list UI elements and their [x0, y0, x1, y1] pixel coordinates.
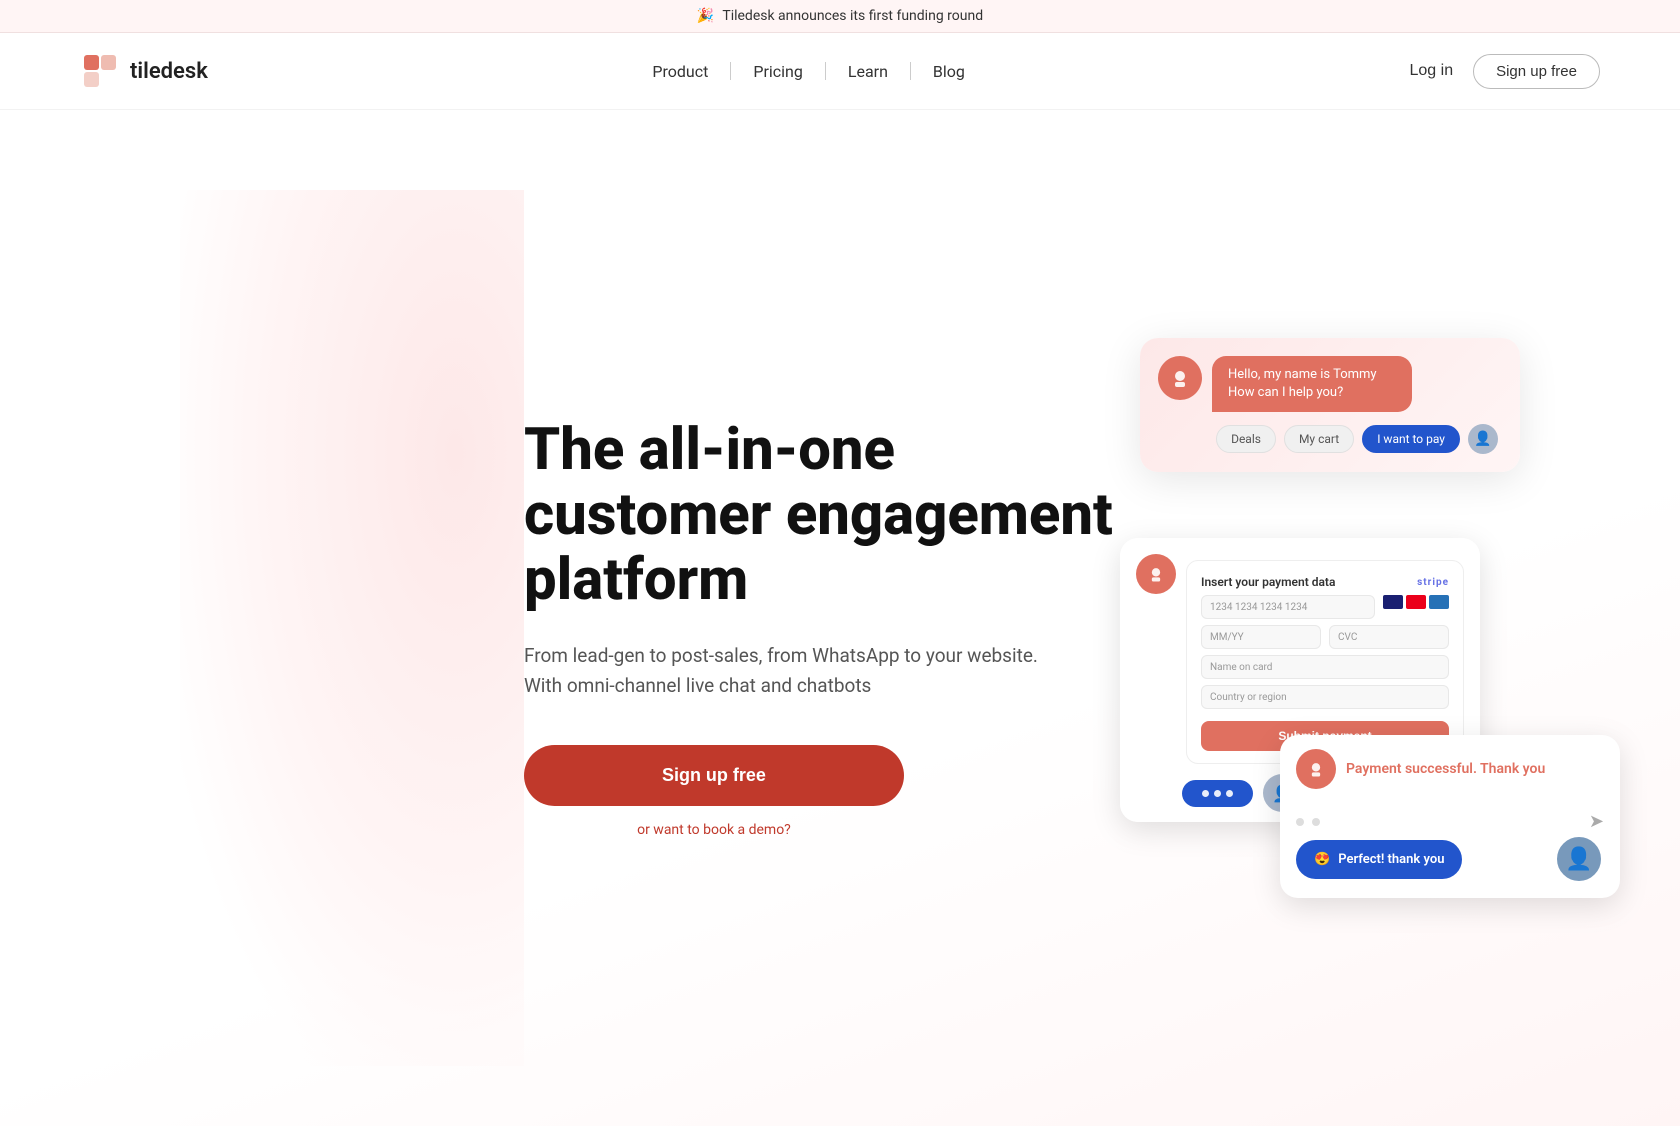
name-text: Name on card [1210, 662, 1272, 673]
card-number-field[interactable]: 1234 1234 1234 1234 [1201, 595, 1375, 619]
logo[interactable]: tiledesk [80, 51, 208, 91]
nav-pricing[interactable]: Pricing [731, 56, 825, 87]
input-dot-2 [1312, 818, 1320, 826]
country-text: Country or region [1210, 692, 1287, 703]
typing-bubble [1182, 780, 1253, 807]
hero-title: The all-in-one customer engagement platf… [524, 418, 1120, 613]
logo-text: tiledesk [130, 59, 208, 84]
bot-greeting-row: Hello, my name is Tommy How can I help y… [1158, 356, 1502, 412]
chip-cart[interactable]: My cart [1284, 425, 1354, 453]
chat-panel-greeting: Hello, my name is Tommy How can I help y… [1140, 338, 1520, 472]
payment-header-row: Insert your payment data stripe 1234 123… [1120, 538, 1480, 764]
amex-icon [1429, 595, 1449, 609]
user-avatar-large: 👤 [1554, 834, 1604, 884]
typing-dot-3 [1226, 790, 1233, 797]
announcement-text: Tiledesk announces its first funding rou… [722, 8, 983, 24]
input-dot-1 [1296, 818, 1304, 826]
chip-deals[interactable]: Deals [1216, 425, 1276, 453]
hero-illustration: Hello, my name is Tommy How can I help y… [1120, 338, 1600, 918]
mastercard-icon [1406, 595, 1426, 609]
input-row: ➤ [1296, 803, 1604, 834]
name-row: Name on card [1201, 655, 1449, 679]
nav-actions: Log in Sign up free [1410, 54, 1600, 89]
success-bot-icon [1306, 759, 1326, 779]
visa-icon [1383, 595, 1403, 609]
expiry-text: MM/YY [1210, 632, 1244, 643]
nav: Product Pricing Learn Blog [630, 56, 986, 87]
thank-you-row: 😍 Perfect! thank you 👤 [1296, 834, 1604, 884]
country-row: Country or region [1201, 685, 1449, 709]
thank-you-bubble: 😍 Perfect! thank you [1296, 840, 1462, 879]
thank-you-text: Perfect! thank you [1338, 852, 1444, 867]
success-row: Payment successful. Thank you [1296, 749, 1604, 789]
send-icon[interactable]: ➤ [1589, 811, 1604, 832]
payment-form-title: Insert your payment data stripe [1201, 575, 1449, 589]
nav-blog[interactable]: Blog [911, 56, 987, 87]
background-blob [180, 190, 524, 1066]
cvc-text: CVC [1338, 632, 1357, 643]
card-number-row: 1234 1234 1234 1234 [1201, 595, 1449, 619]
announcement-bar: 🎉 Tiledesk announces its first funding r… [0, 0, 1680, 33]
header: tiledesk Product Pricing Learn Blog Log … [0, 33, 1680, 110]
expiry-cvc-row: MM/YY CVC [1201, 625, 1449, 649]
signup-cta-button[interactable]: Sign up free [524, 745, 904, 806]
login-button[interactable]: Log in [1410, 62, 1454, 80]
typing-dot-1 [1202, 790, 1209, 797]
logo-icon [80, 51, 120, 91]
card-icons [1383, 595, 1449, 619]
nav-learn[interactable]: Learn [826, 56, 910, 87]
name-field[interactable]: Name on card [1201, 655, 1449, 679]
country-field[interactable]: Country or region [1201, 685, 1449, 709]
bot-icon [1168, 366, 1192, 390]
thank-you-emoji: 😍 [1314, 852, 1330, 867]
bot-avatar [1158, 356, 1202, 400]
success-bot-avatar [1296, 749, 1336, 789]
payment-form-card: Insert your payment data stripe 1234 123… [1186, 560, 1464, 764]
expiry-field[interactable]: MM/YY [1201, 625, 1321, 649]
typing-dot-2 [1214, 790, 1221, 797]
card-number-text: 1234 1234 1234 1234 [1210, 602, 1307, 613]
nav-product[interactable]: Product [630, 56, 730, 87]
bot-greeting-bubble: Hello, my name is Tommy How can I help y… [1212, 356, 1412, 412]
chip-pay[interactable]: I want to pay [1362, 425, 1460, 453]
action-chips-row: Deals My cart I want to pay 👤 [1158, 424, 1502, 454]
cvc-field[interactable]: CVC [1329, 625, 1449, 649]
announcement-icon: 🎉 [697, 8, 714, 24]
payment-bot-icon [1146, 564, 1166, 584]
demo-link[interactable]: or want to book a demo? [524, 822, 904, 838]
spacer [1136, 775, 1172, 811]
stripe-badge: stripe [1417, 577, 1449, 588]
chat-panel-success: Payment successful. Thank you ➤ 😍 Perfec… [1280, 735, 1620, 898]
success-text: Payment successful. Thank you [1346, 761, 1545, 777]
payment-bot-avatar [1136, 554, 1176, 594]
hero-subtitle: From lead-gen to post-sales, from WhatsA… [524, 641, 1064, 702]
user-avatar-small: 👤 [1468, 424, 1498, 454]
hero-left: The all-in-one customer engagement platf… [524, 418, 1120, 839]
signup-button-header[interactable]: Sign up free [1473, 54, 1600, 89]
hero-section: The all-in-one customer engagement platf… [0, 110, 1680, 1126]
